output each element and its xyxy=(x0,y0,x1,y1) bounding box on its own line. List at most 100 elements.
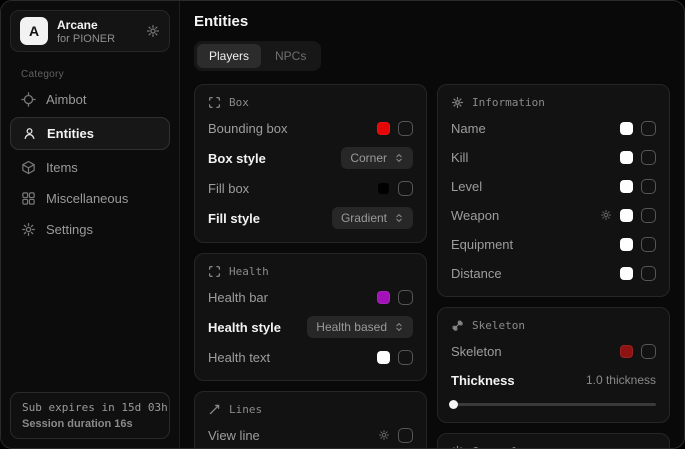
sidebar-item-label: Settings xyxy=(46,222,93,237)
color-swatch[interactable] xyxy=(620,345,633,358)
checkbox[interactable] xyxy=(398,428,413,443)
session-duration-text: Session duration 16s xyxy=(22,418,158,430)
setting-label: Box style xyxy=(208,151,266,166)
checkbox[interactable] xyxy=(398,290,413,305)
unfold-icon xyxy=(394,322,404,332)
checkbox[interactable] xyxy=(641,150,656,165)
checkbox[interactable] xyxy=(641,208,656,223)
setting-label: Level xyxy=(451,179,482,194)
setting-label: Equipment xyxy=(451,237,513,252)
page-title: Entities xyxy=(194,13,670,30)
color-swatch[interactable] xyxy=(620,180,633,193)
fill-style-select[interactable]: Gradient xyxy=(332,207,413,229)
app-subtitle: for PIONER xyxy=(57,33,137,45)
checkbox[interactable] xyxy=(641,237,656,252)
panel-title: Box xyxy=(229,96,249,109)
left-column: Box Bounding box Box style Corner xyxy=(194,84,427,449)
setting-row-kill: Kill xyxy=(451,147,656,167)
setting-row-health-text: Health text xyxy=(208,347,413,367)
sun-icon xyxy=(451,445,464,449)
setting-label: Health style xyxy=(208,320,281,335)
setting-row-skeleton: Skeleton xyxy=(451,341,656,361)
line-icon xyxy=(208,403,221,416)
items-icon xyxy=(21,160,36,175)
sidebar: A Arcane for PIONER Category Aim xyxy=(1,1,180,448)
color-swatch[interactable] xyxy=(620,238,633,251)
box-panel-header: Box xyxy=(208,96,413,109)
entities-icon xyxy=(22,126,37,141)
setting-row-fill-box: Fill box xyxy=(208,178,413,198)
select-value: Gradient xyxy=(341,211,387,225)
main-content: Entities Players NPCs Box xyxy=(180,1,684,448)
settings-icon xyxy=(21,222,36,237)
checkbox[interactable] xyxy=(641,266,656,281)
health-panel: Health Health bar Health style Health ba… xyxy=(194,253,427,381)
information-panel: Information Name Kill xyxy=(437,84,670,297)
setting-label: Thickness xyxy=(451,373,515,388)
app-window: A Arcane for PIONER Category Aim xyxy=(0,0,685,449)
lines-panel-header: Lines xyxy=(208,403,413,416)
setting-row-fill-style: Fill style Gradient xyxy=(208,207,413,229)
checkbox[interactable] xyxy=(398,350,413,365)
panel-title: Skeleton xyxy=(472,319,525,332)
sidebar-item-label: Entities xyxy=(47,126,94,141)
setting-row-view-line: View line xyxy=(208,425,413,445)
setting-row-level: Level xyxy=(451,176,656,196)
checkbox[interactable] xyxy=(398,121,413,136)
sidebar-item-settings[interactable]: Settings xyxy=(1,214,179,245)
checkbox[interactable] xyxy=(641,179,656,194)
thickness-slider[interactable] xyxy=(451,399,656,409)
skeleton-panel-header: Skeleton xyxy=(451,319,656,332)
setting-row-health-bar: Health bar xyxy=(208,287,413,307)
sidebar-item-miscellaneous[interactable]: Miscellaneous xyxy=(1,183,179,214)
checkbox[interactable] xyxy=(641,344,656,359)
health-style-select[interactable]: Health based xyxy=(307,316,413,338)
gear-icon[interactable] xyxy=(600,209,612,221)
sidebar-item-items[interactable]: Items xyxy=(1,152,179,183)
color-swatch[interactable] xyxy=(620,151,633,164)
color-swatch[interactable] xyxy=(620,209,633,222)
select-value: Corner xyxy=(350,151,387,165)
setting-label: Distance xyxy=(451,266,502,281)
app-logo: A xyxy=(20,17,48,45)
color-swatch[interactable] xyxy=(377,122,390,135)
sidebar-item-label: Items xyxy=(46,160,78,175)
brand-card: A Arcane for PIONER xyxy=(10,10,170,52)
app-name: Arcane xyxy=(57,18,137,32)
general-panel: General Visibility check xyxy=(437,433,670,449)
information-icon xyxy=(451,96,464,109)
sub-expires-text: Sub expires in 15d 03h xyxy=(22,401,158,414)
unfold-icon xyxy=(394,153,404,163)
sidebar-item-entities[interactable]: Entities xyxy=(10,117,170,150)
panel-title: Information xyxy=(472,96,545,109)
color-swatch[interactable] xyxy=(620,122,633,135)
setting-label: Fill style xyxy=(208,211,260,226)
general-panel-header: General xyxy=(451,445,656,449)
subscription-card: Sub expires in 15d 03h Session duration … xyxy=(10,392,170,439)
setting-row-weapon: Weapon xyxy=(451,205,656,225)
gear-icon[interactable] xyxy=(146,24,160,38)
panel-title: Health xyxy=(229,265,269,278)
aimbot-icon xyxy=(21,92,36,107)
sidebar-item-aimbot[interactable]: Aimbot xyxy=(1,84,179,115)
color-swatch[interactable] xyxy=(377,291,390,304)
category-label: Category xyxy=(21,69,179,80)
color-swatch[interactable] xyxy=(377,351,390,364)
right-column: Information Name Kill xyxy=(437,84,670,449)
box-style-select[interactable]: Corner xyxy=(341,147,413,169)
gear-icon[interactable] xyxy=(378,429,390,441)
tab-players[interactable]: Players xyxy=(197,44,261,68)
panel-title: General xyxy=(472,445,518,449)
setting-label: Name xyxy=(451,121,486,136)
checkbox[interactable] xyxy=(641,121,656,136)
setting-label: Bounding box xyxy=(208,121,288,136)
bone-icon xyxy=(451,319,464,332)
tab-npcs[interactable]: NPCs xyxy=(263,44,318,68)
sidebar-nav: Aimbot Entities Items xyxy=(1,84,179,245)
slider-handle[interactable] xyxy=(449,400,458,409)
setting-label: Health bar xyxy=(208,290,268,305)
color-swatch[interactable] xyxy=(377,182,390,195)
checkbox[interactable] xyxy=(398,181,413,196)
setting-row-equipment: Equipment xyxy=(451,234,656,254)
color-swatch[interactable] xyxy=(620,267,633,280)
